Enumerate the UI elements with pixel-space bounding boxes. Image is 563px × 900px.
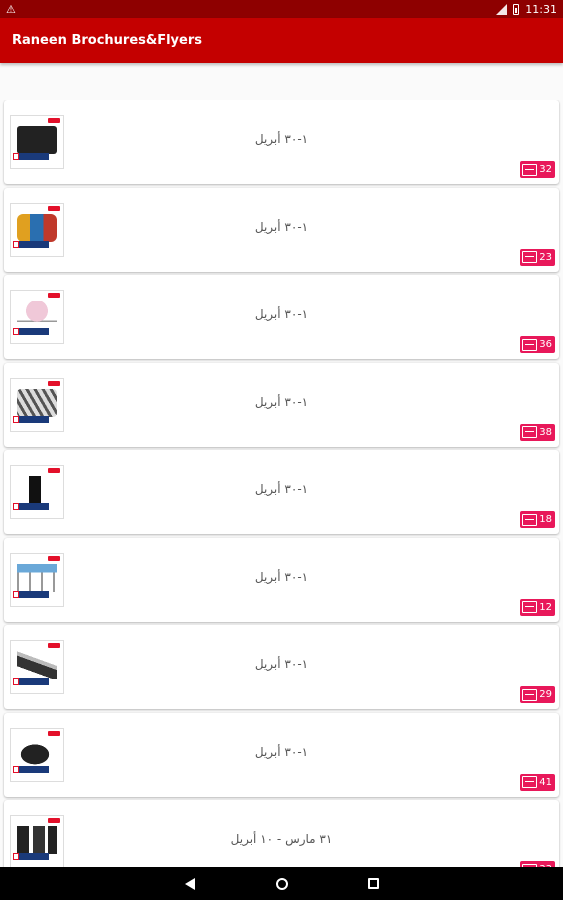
brochure-card[interactable]: ١-٣٠ أبريل 36 — [4, 275, 559, 359]
price-tag — [13, 678, 19, 685]
page-count-badge: 12 — [520, 598, 555, 616]
gallery-icon — [522, 776, 538, 788]
brochure-card[interactable]: ١-٣٠ أبريل 23 — [4, 187, 559, 272]
brochure-card[interactable]: ١-٣٠ أبريل 38 — [4, 362, 559, 447]
price-tag — [13, 415, 19, 423]
page-count-badge: 38 — [520, 423, 555, 441]
brochure-card[interactable]: ١-٣٠ أبريل 41 — [4, 712, 559, 797]
back-button[interactable] — [182, 876, 198, 892]
brand-logo — [48, 818, 60, 823]
brand-logo — [48, 118, 60, 123]
brand-logo — [48, 555, 60, 561]
status-time: 11:31 — [525, 2, 557, 16]
gallery-icon — [522, 163, 538, 176]
status-bar: ⚠ 11:31 — [0, 0, 563, 18]
page-count-badge: 29 — [520, 686, 555, 703]
recent-apps-button[interactable] — [366, 876, 382, 892]
brochure-list[interactable]: ١-٣٠ أبريل 32 ١-٣٠ أبريل 23 ١-٣٠ أبريل 36 ١-٣٠… — [0, 100, 563, 867]
brochure-date-range: ١-٣٠ أبريل — [254, 744, 309, 759]
brochure-date-range: ١-٣٠ أبريل — [254, 482, 309, 496]
brand-logo — [48, 730, 60, 736]
page-count-badge: 32 — [520, 161, 555, 178]
brand-logo — [48, 468, 60, 473]
page-count-badge: 41 — [520, 773, 555, 791]
page-count-badge: 18 — [520, 511, 555, 528]
back-icon — [184, 877, 195, 890]
gallery-icon — [522, 338, 538, 351]
gallery-icon — [522, 426, 538, 438]
price-tag — [13, 240, 19, 248]
brochure-date-range: ١-٣٠ أبريل — [254, 307, 309, 321]
brochure-card[interactable]: ١-٣٠ أبريل 32 — [4, 100, 559, 184]
brochure-date-range: ١-٣٠ أبريل — [254, 657, 309, 671]
gallery-icon — [522, 688, 538, 701]
page-count-badge: 23 — [520, 248, 555, 266]
price-tag — [13, 153, 19, 160]
recent-apps-icon — [368, 878, 379, 889]
brand-logo — [48, 643, 60, 648]
page-count-badge: 36 — [520, 336, 555, 353]
price-tag — [13, 503, 19, 510]
page-count: 12 — [539, 601, 552, 613]
status-icons: 11:31 — [496, 3, 557, 16]
price-tag — [13, 590, 19, 598]
warning-icon: ⚠ — [6, 2, 16, 16]
brand-logo — [48, 293, 60, 298]
brochure-card[interactable]: ١-٣٠ أبريل 12 — [4, 537, 559, 622]
price-tag — [13, 328, 19, 335]
brochure-date-range: ١-٣٠ أبريل — [254, 569, 309, 584]
navigation-bar — [0, 867, 563, 900]
app-title: Raneen Brochures&Flyers — [12, 33, 202, 48]
brand-logo — [48, 205, 60, 211]
gallery-icon — [522, 601, 538, 613]
brochure-card[interactable]: ١-٣٠ أبريل 29 — [4, 625, 559, 709]
home-button[interactable] — [274, 876, 290, 892]
price-tag — [13, 765, 19, 773]
battery-icon — [513, 3, 520, 15]
brochure-date-range: ٣١ مارس - ١٠ أبريل — [230, 832, 333, 846]
page-count: 23 — [539, 251, 552, 263]
price-tag — [13, 853, 19, 860]
brochure-date-range: ١-٣٠ أبريل — [254, 394, 309, 409]
gallery-icon — [522, 513, 538, 526]
page-count: 36 — [539, 339, 552, 350]
page-count: 38 — [539, 426, 552, 438]
home-icon — [275, 877, 288, 890]
page-count: 32 — [539, 164, 552, 175]
gallery-icon — [522, 251, 538, 263]
page-count: 41 — [539, 776, 552, 788]
brochure-date-range: ١-٣٠ أبريل — [254, 132, 309, 146]
brand-logo — [48, 380, 60, 386]
brochure-date-range: ١-٣٠ أبريل — [254, 219, 309, 234]
page-count: 18 — [539, 514, 552, 525]
brochure-card[interactable]: ٣١ مارس - ١٠ أبريل33 — [4, 800, 559, 867]
page-count: 29 — [539, 689, 552, 700]
brochure-card[interactable]: ١-٣٠ أبريل 18 — [4, 450, 559, 534]
signal-icon — [496, 3, 508, 15]
app-bar: Raneen Brochures&Flyers — [0, 18, 563, 63]
